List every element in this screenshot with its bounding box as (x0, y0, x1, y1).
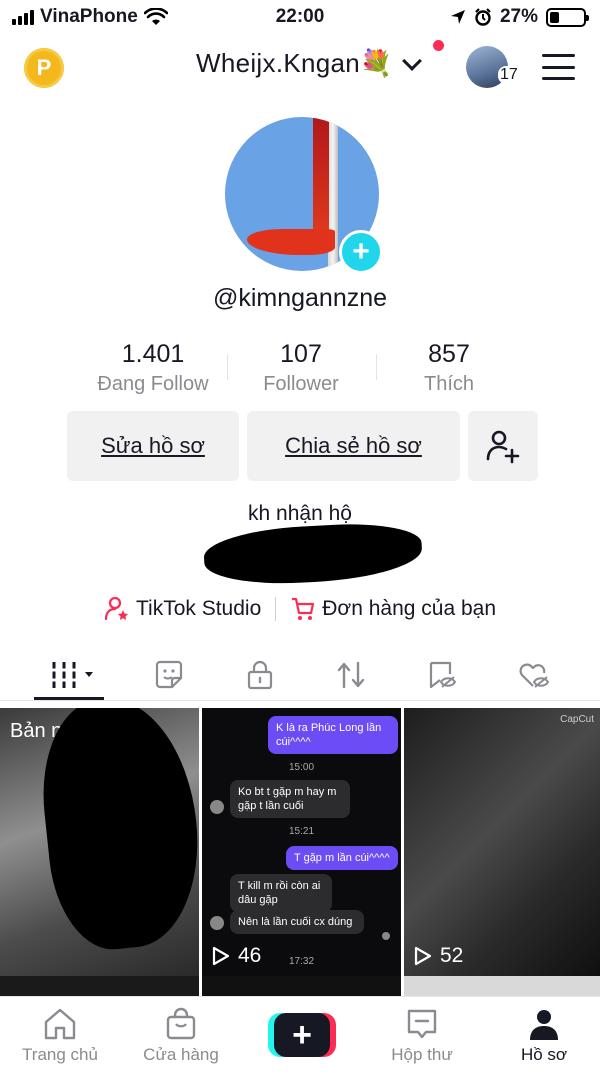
video-thumbnail[interactable] (0, 976, 199, 996)
add-story-button[interactable]: + (339, 230, 383, 274)
studio-person-icon (104, 596, 128, 621)
tiktok-studio-link[interactable]: TikTok Studio (104, 596, 261, 622)
profile-links: TikTok Studio Đơn hàng của bạn (0, 596, 600, 622)
stat-followers[interactable]: 107 Follower (227, 340, 375, 396)
tab-reposts[interactable] (333, 657, 369, 693)
stat-label: Follower (263, 373, 339, 395)
status-bar: VinaPhone 22:00 27% (0, 0, 600, 34)
account-switcher[interactable]: Wheijx.Kngan💐 (196, 48, 423, 79)
location-icon (450, 10, 465, 24)
video-thumbnail[interactable] (404, 976, 600, 996)
bookmark-hidden-icon (429, 661, 457, 689)
nav-label: Hồ sơ (520, 1045, 568, 1064)
orders-link[interactable]: Đơn hàng của bạn (290, 596, 496, 622)
chat-read-avatar (382, 932, 390, 940)
stat-value: 1.401 (121, 340, 185, 368)
stat-divider (376, 354, 377, 380)
tab-liked[interactable] (516, 657, 552, 693)
coins-button[interactable]: P (24, 48, 64, 88)
repost-icon (337, 661, 365, 689)
play-icon (414, 946, 432, 966)
account-name: Wheijx.Kngan💐 (196, 48, 393, 78)
video-thumbnail-draft[interactable]: Bản nháp (0, 708, 199, 976)
view-count: 52 (414, 944, 463, 968)
view-count-value: 46 (238, 944, 262, 967)
home-icon (44, 1008, 76, 1040)
link-divider (275, 597, 277, 621)
tabs-divider (0, 700, 600, 701)
video-thumbnail[interactable]: CapCut 52 (404, 708, 600, 976)
chat-bubble: Ko bt t gặp m hay m gặp t lần cuối (230, 780, 350, 818)
video-thumbnail[interactable] (202, 976, 401, 996)
chat-bubble: K là ra Phúc Long lần cúi^^^^ (268, 716, 398, 754)
content-tabs (0, 653, 600, 701)
redaction-scribble (202, 520, 424, 588)
share-profile-button[interactable]: Chia sẻ hồ sơ (247, 411, 460, 481)
play-icon (212, 946, 230, 966)
tab-private[interactable] (242, 657, 278, 693)
hamburger-menu-icon[interactable] (542, 54, 575, 80)
stat-value: 107 (280, 340, 322, 368)
nav-label: Trang chủ (22, 1045, 98, 1064)
nav-shop[interactable]: Cửa hàng (131, 1007, 231, 1065)
alarm-icon (475, 8, 491, 26)
grid-icon (50, 662, 93, 688)
shopping-bag-icon (166, 1007, 196, 1040)
heart-hidden-icon (519, 663, 550, 688)
chat-timestamp: 15:00 (288, 762, 315, 773)
status-right: 27% (450, 6, 589, 28)
stat-divider (227, 354, 228, 380)
view-count-value: 52 (440, 944, 464, 967)
studio-label: TikTok Studio (135, 597, 262, 620)
notification-dot (433, 40, 444, 51)
stat-following[interactable]: 1.401 Đang Follow (79, 340, 227, 396)
battery-percent: 27% (499, 6, 538, 27)
chat-avatar (210, 916, 224, 930)
video-grid: Bản nháp K là ra Phúc Long lần cúi^^^^ 1… (0, 708, 600, 998)
profile-header: P Wheijx.Kngan💐 17 (0, 40, 600, 96)
cart-icon (292, 597, 315, 620)
create-button[interactable]: + (268, 1013, 336, 1057)
view-count: 46 (212, 944, 261, 968)
story-count-badge: 17 (498, 66, 520, 84)
profile-stats: 1.401 Đang Follow 107 Follower 857 Thích (79, 340, 525, 396)
bottom-nav: Trang chủ Cửa hàng + Hộp thư Hồ sơ (0, 996, 600, 1075)
tab-favorites[interactable] (424, 657, 460, 693)
nav-label: Hộp thư (391, 1045, 453, 1064)
sticker-icon (155, 660, 183, 689)
nav-profile[interactable]: Hồ sơ (494, 1007, 594, 1065)
capcut-watermark: CapCut (560, 714, 594, 725)
add-friend-button[interactable] (468, 411, 538, 481)
nav-inbox[interactable]: Hộp thư (372, 1007, 472, 1065)
chevron-down-icon (401, 50, 422, 71)
coin-icon: P (36, 55, 52, 80)
nav-home[interactable]: Trang chủ (10, 1007, 110, 1065)
nav-label: Cửa hàng (143, 1045, 219, 1064)
orders-label: Đơn hàng của bạn (322, 597, 496, 620)
stat-likes[interactable]: 857 Thích (375, 340, 523, 396)
user-handle: @kimngannzne (212, 284, 388, 312)
chat-timestamp: 15:21 (288, 826, 315, 837)
battery-icon (546, 7, 589, 27)
chat-avatar (210, 800, 224, 814)
chat-bubble: T gặp m lần cúi^^^^ (286, 846, 398, 870)
video-grid-row-2 (0, 976, 600, 996)
plus-icon: + (274, 1013, 330, 1057)
inbox-icon (407, 1009, 437, 1039)
tab-stickers[interactable] (151, 657, 187, 693)
stat-label: Thích (423, 373, 475, 395)
edit-profile-button[interactable]: Sửa hồ sơ (67, 411, 239, 481)
profile-icon (530, 1010, 558, 1040)
tab-videos[interactable] (50, 657, 104, 693)
add-user-icon (486, 430, 520, 464)
lock-icon (247, 660, 273, 690)
chat-bubble: Nên là lần cuối cx dúng (230, 910, 364, 934)
stat-value: 857 (428, 340, 470, 368)
chat-bubble: T kill m rồi còn ai dâu gặp (230, 874, 332, 912)
stat-label: Đang Follow (97, 373, 209, 395)
redaction-scribble (33, 708, 199, 956)
profile-bio: kh nhận hộ (248, 502, 352, 525)
video-thumbnail[interactable]: K là ra Phúc Long lần cúi^^^^ 15:00 Ko b… (202, 708, 401, 976)
